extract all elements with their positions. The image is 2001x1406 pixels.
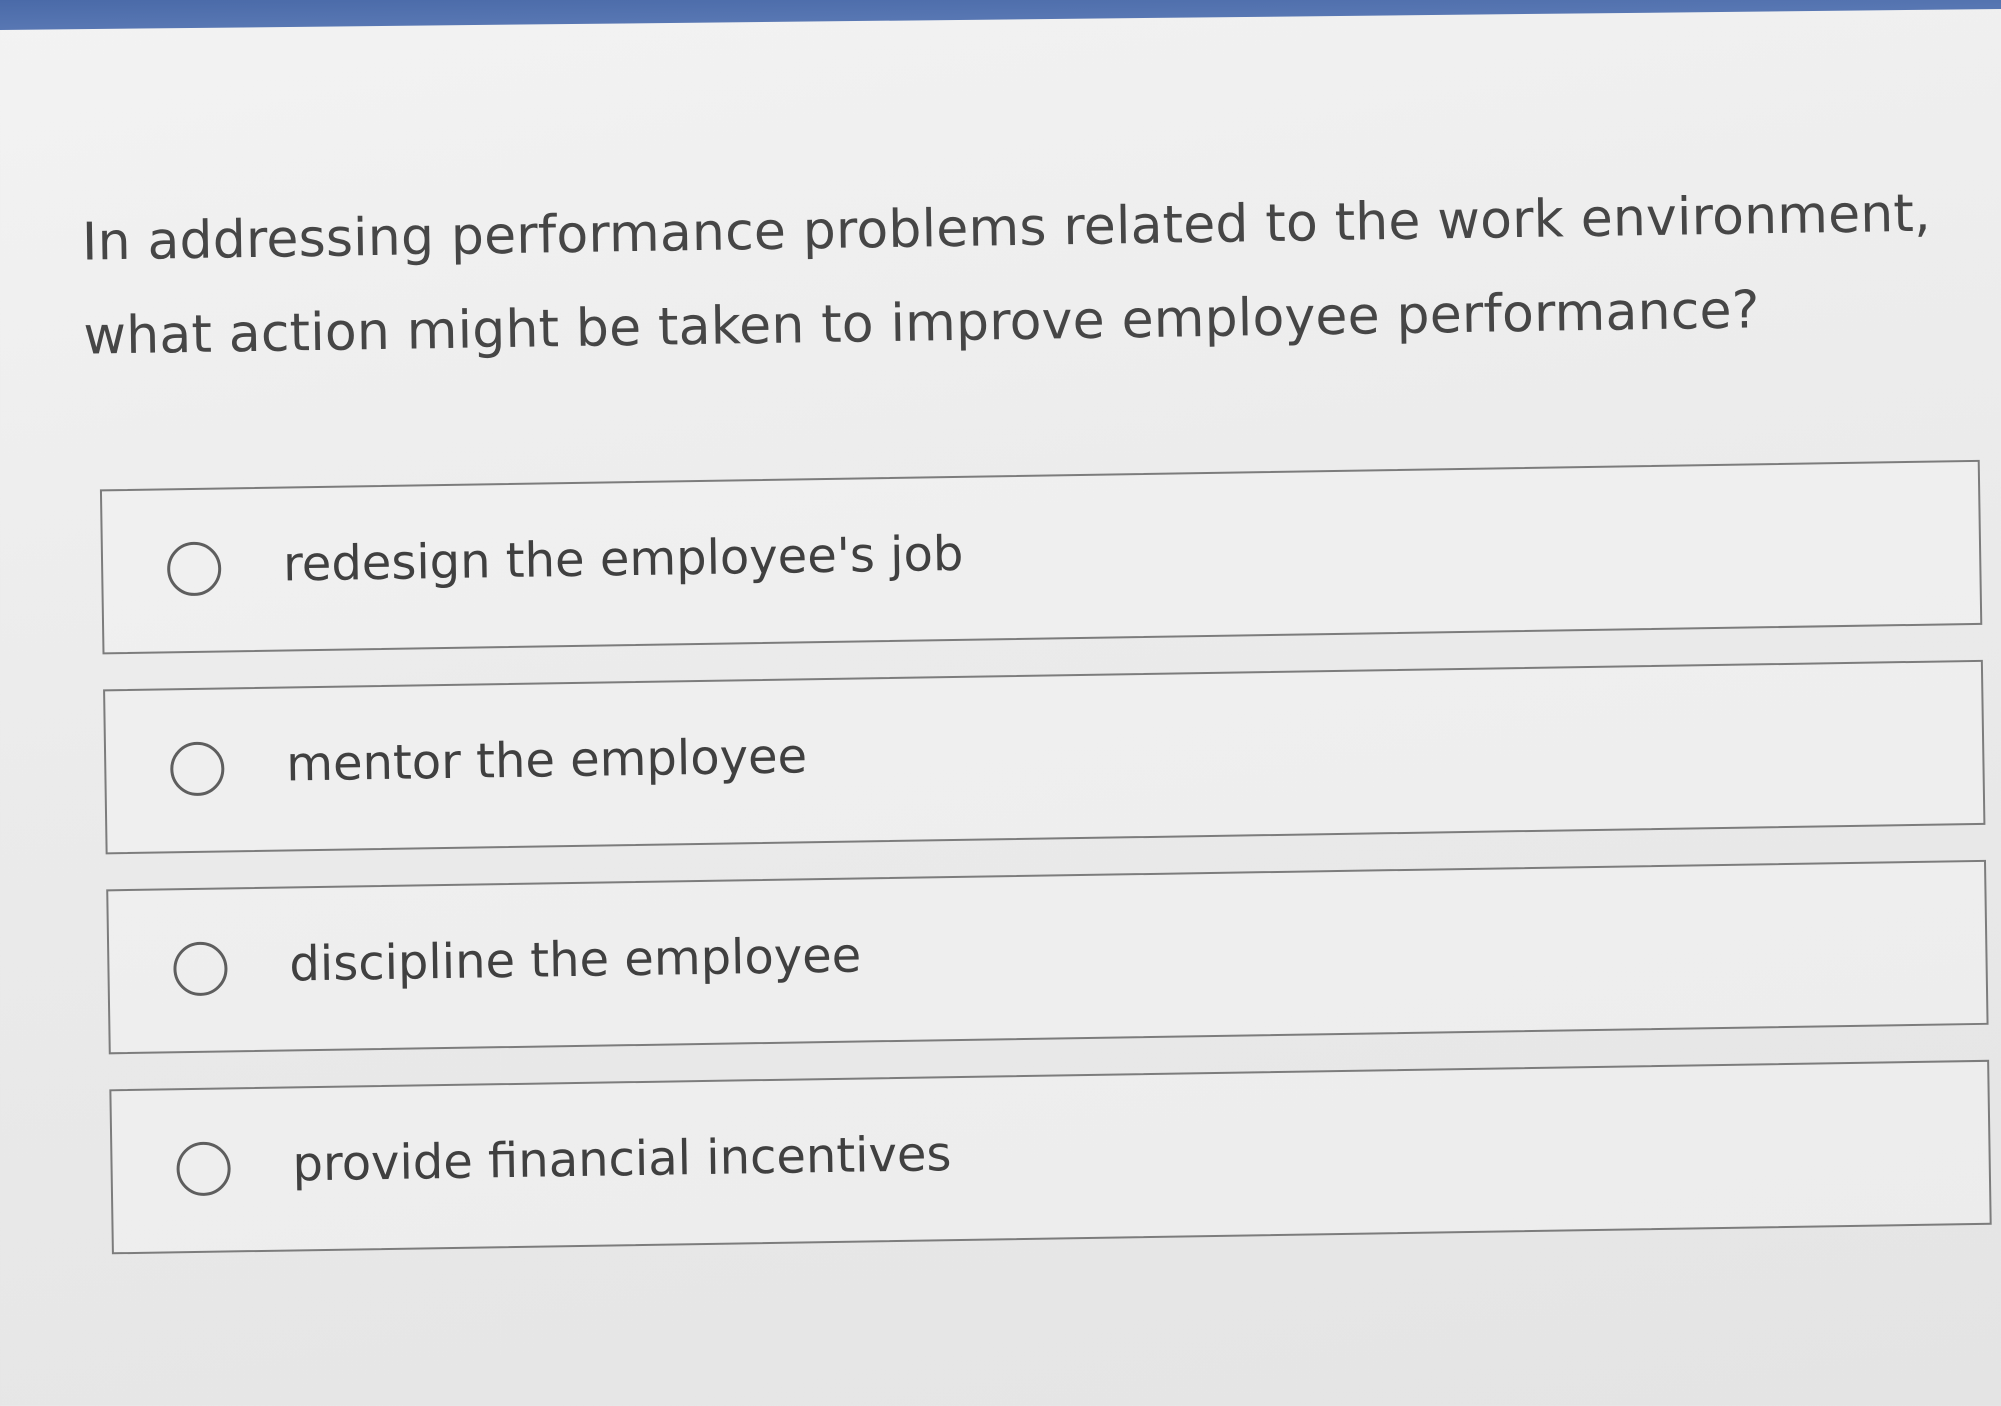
answer-options: redesign the employee's job mentor the e… <box>99 459 1992 1289</box>
radio-button-icon[interactable] <box>169 741 225 797</box>
answer-option-label: mentor the employee <box>285 728 808 793</box>
radio-button-icon[interactable] <box>176 1141 232 1197</box>
answer-option-4[interactable]: provide financial incentives <box>109 1059 1992 1255</box>
answer-option-label: discipline the employee <box>288 927 862 993</box>
radio-button-icon[interactable] <box>173 941 228 997</box>
radio-button-icon[interactable] <box>166 541 222 597</box>
quiz-page: In addressing performance problems relat… <box>0 0 2001 1406</box>
answer-option-3[interactable]: discipline the employee <box>106 859 1989 1055</box>
answer-option-2[interactable]: mentor the employee <box>103 659 1986 855</box>
answer-option-1[interactable]: redesign the employee's job <box>99 459 1983 655</box>
answer-option-label: redesign the employee's job <box>282 525 964 593</box>
answer-option-label: provide financial incentives <box>292 1126 952 1193</box>
question-text: In addressing performance problems relat… <box>81 183 1932 367</box>
